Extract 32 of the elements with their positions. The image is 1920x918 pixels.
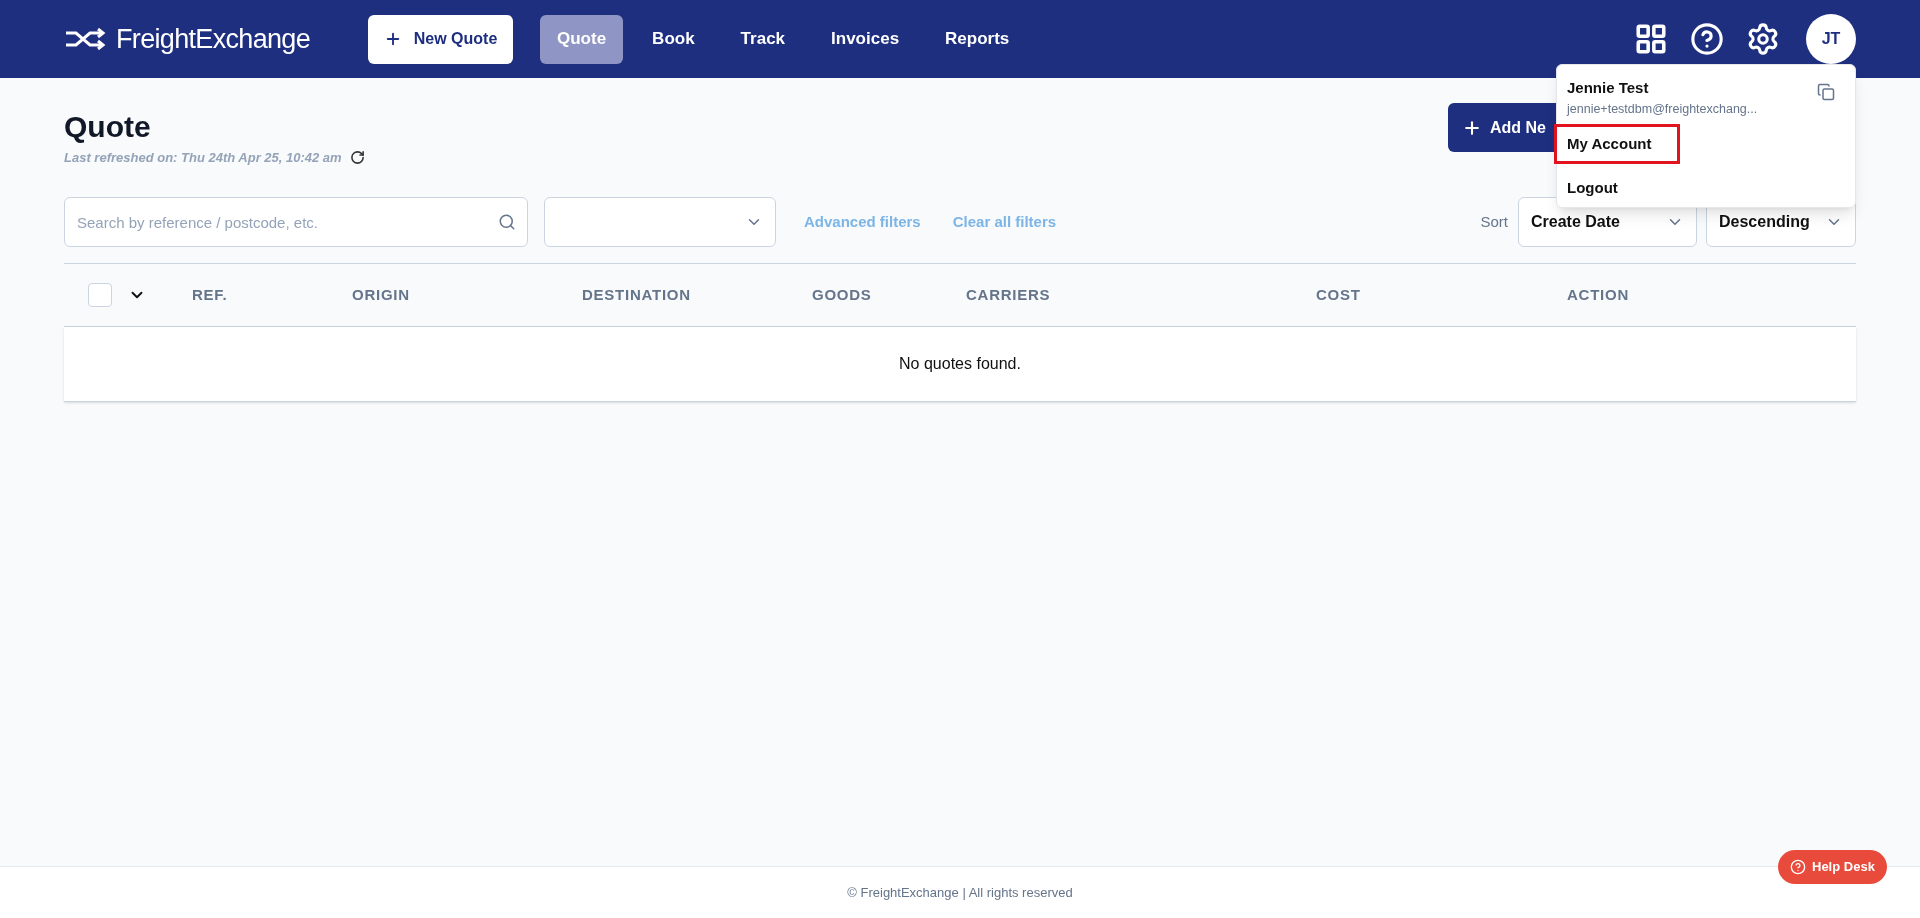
help-desk-button[interactable]: Help Desk <box>1778 850 1887 884</box>
select-all-checkbox[interactable] <box>88 283 112 307</box>
column-header: REF. <box>192 286 228 303</box>
copy-icon[interactable] <box>1817 83 1835 101</box>
empty-message: No quotes found. <box>899 354 1021 374</box>
column-header: ACTION <box>1567 286 1629 303</box>
avatar-button[interactable]: JT <box>1806 14 1856 64</box>
nav-tab[interactable]: Invoices <box>814 14 917 64</box>
column-header: CARRIERS <box>966 286 1051 303</box>
nav-tab[interactable]: Track <box>723 14 803 64</box>
new-quote-button[interactable]: New Quote <box>368 14 513 64</box>
column-header: GOODS <box>812 286 872 303</box>
settings-icon[interactable] <box>1746 22 1780 56</box>
user-name: Jennie Test <box>1567 78 1650 98</box>
sort-label: Sort <box>1480 211 1508 232</box>
nav-tab[interactable]: Book <box>635 14 712 64</box>
help-icon[interactable] <box>1690 22 1724 56</box>
menu-item[interactable]: My Account <box>1554 124 1680 165</box>
page-title: Quote <box>64 109 152 145</box>
logo-text: FreightExchange <box>116 22 310 56</box>
nav-tab[interactable]: Reports <box>928 14 1027 64</box>
column-header: DESTINATION <box>582 286 691 303</box>
column-header: COST <box>1316 286 1361 303</box>
search-field[interactable]: Search by reference / postcode, etc. <box>64 197 528 247</box>
column-header: ORIGIN <box>352 286 410 303</box>
help-icon <box>1790 859 1806 875</box>
last-refreshed-text: Last refreshed on: Thu 24th Apr 25, 10:42 am <box>64 148 342 167</box>
search-icon <box>498 213 516 231</box>
shuffle-logo-icon <box>64 28 108 50</box>
user-email: jennie+testdbm@freightexchang... <box>1567 100 1758 118</box>
footer-text: © FreightExchange | All rights reserved <box>847 883 1073 902</box>
refresh-icon[interactable] <box>349 149 365 165</box>
